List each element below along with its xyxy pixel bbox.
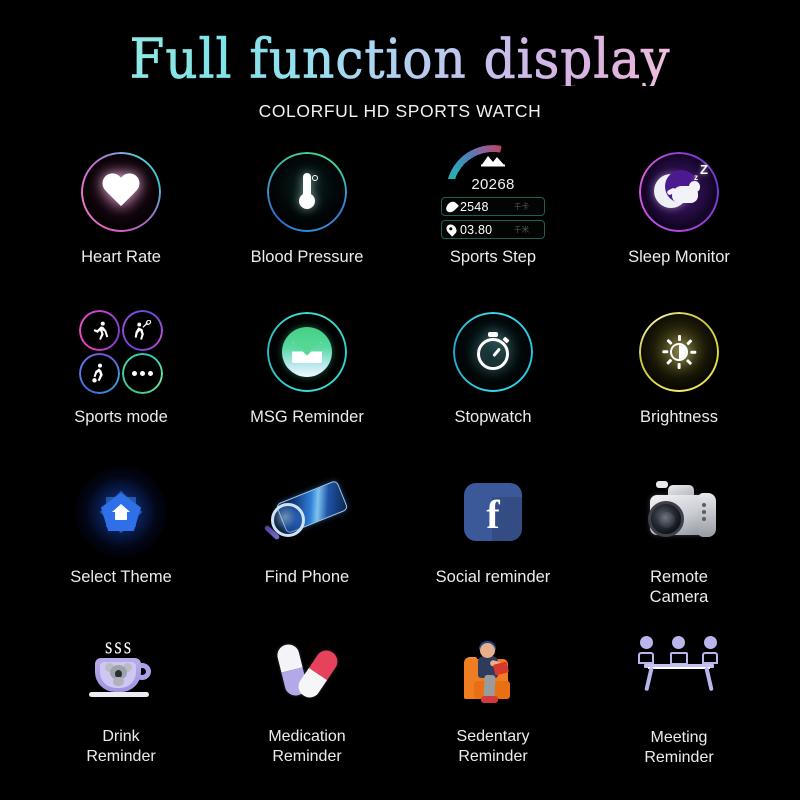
feature-label: Social reminder: [435, 568, 551, 586]
feature-remote-camera[interactable]: Remote Camera: [591, 466, 767, 626]
feature-brightness[interactable]: Brightness: [591, 306, 767, 466]
feature-drink-reminder[interactable]: sss Drink Reminder: [33, 626, 209, 786]
stopwatch-icon: [453, 312, 533, 392]
sleep-monitor-art: Zz: [591, 146, 767, 238]
heart-rate-art: [33, 146, 209, 238]
running-icon: [79, 310, 120, 351]
drink-reminder-art: sss: [33, 626, 209, 718]
feature-label: Remote Camera: [649, 568, 709, 607]
feature-label: Stopwatch: [454, 408, 532, 426]
distance-row: 03.80 千米: [441, 220, 545, 239]
moon-cat-icon: Zz: [639, 152, 719, 232]
sun-icon: [639, 312, 719, 392]
feature-select-theme[interactable]: Select Theme: [33, 466, 209, 626]
calories-value: 2548: [460, 199, 489, 214]
flame-icon: [444, 199, 459, 214]
feature-label: Blood Pressure: [250, 248, 364, 266]
phone-magnifier-icon: [261, 475, 353, 549]
page-subtitle: COLORFUL HD SPORTS WATCH: [258, 101, 542, 121]
feature-stopwatch[interactable]: Stopwatch: [405, 306, 581, 466]
feature-label: Sports mode: [74, 408, 168, 426]
distance-value: 03.80: [460, 222, 493, 237]
calories-row: 2548 千卡: [441, 197, 545, 216]
feature-medication-reminder[interactable]: Medication Reminder: [219, 626, 395, 786]
feature-grid: Heart Rate Blood Pressure 20268 2548 千卡 …: [0, 145, 800, 786]
select-theme-art: [33, 466, 209, 558]
camera-icon: [636, 481, 722, 543]
feature-sleep-monitor[interactable]: Zz Sleep Monitor: [591, 146, 767, 306]
medication-reminder-art: [219, 626, 395, 718]
facebook-glyph: f: [486, 492, 500, 537]
feature-label: Medication Reminder: [268, 728, 346, 765]
meeting-reminder-art: [591, 626, 767, 726]
badminton-icon: [122, 310, 163, 351]
feature-sedentary-reminder[interactable]: Sedentary Reminder: [405, 626, 581, 786]
feature-label: Sedentary Reminder: [456, 728, 530, 765]
feature-label: Find Phone: [264, 568, 350, 586]
envelope-icon: [267, 312, 347, 392]
person-armchair-icon: [456, 639, 530, 705]
feature-heart-rate[interactable]: Heart Rate: [33, 146, 209, 306]
header: Full function display COLORFUL HD SPORTS…: [0, 0, 800, 122]
sports-step-art: 20268 2548 千卡 03.80 千米: [405, 145, 581, 239]
home-star-icon: [75, 466, 167, 558]
feature-msg-reminder[interactable]: MSG Reminder: [219, 306, 395, 466]
sports-mode-art: [33, 306, 209, 398]
mountain-icon: [481, 156, 505, 167]
remote-camera-art: [591, 466, 767, 558]
social-reminder-art: f: [405, 466, 581, 558]
sedentary-reminder-art: [405, 626, 581, 718]
feature-social-reminder[interactable]: f Social reminder: [405, 466, 581, 626]
feature-blood-pressure[interactable]: Blood Pressure: [219, 146, 395, 306]
feature-sports-mode[interactable]: Sports mode: [33, 306, 209, 466]
brightness-art: [591, 306, 767, 398]
step-gauge-icon: 20268 2548 千卡 03.80 千米: [439, 145, 547, 239]
feature-label: Meeting Reminder: [644, 729, 714, 766]
teacup-koala-icon: sss: [81, 632, 161, 708]
feature-label: MSG Reminder: [250, 408, 364, 426]
facebook-icon: f: [464, 483, 522, 541]
feature-find-phone[interactable]: Find Phone: [219, 466, 395, 626]
msg-reminder-art: [219, 306, 395, 398]
sports-quad-icon: [79, 310, 163, 394]
feature-label: Sports Step: [449, 248, 537, 266]
page-title: Full function display: [129, 27, 671, 91]
meeting-table-icon: [636, 634, 722, 692]
pills-icon: [267, 640, 347, 704]
distance-unit: 千米: [514, 225, 529, 234]
football-icon: [79, 353, 120, 394]
feature-label: Select Theme: [70, 568, 172, 586]
calories-unit: 千卡: [514, 202, 529, 211]
find-phone-art: [219, 466, 395, 558]
heart-icon: [81, 152, 161, 232]
feature-sports-step[interactable]: 20268 2548 千卡 03.80 千米 Sports Step: [405, 145, 581, 306]
feature-label: Drink Reminder: [86, 728, 156, 765]
thermometer-icon: [267, 152, 347, 232]
feature-label: Brightness: [640, 408, 718, 426]
sleep-z-large: Zz: [694, 162, 708, 182]
more-icon: [122, 353, 163, 394]
feature-label: Heart Rate: [81, 248, 161, 266]
blood-pressure-art: [219, 146, 395, 238]
steam-lines: sss: [105, 632, 134, 660]
feature-meeting-reminder[interactable]: Meeting Reminder: [591, 626, 767, 786]
location-pin-icon: [444, 222, 459, 237]
feature-label: Sleep Monitor: [628, 248, 730, 266]
stopwatch-art: [405, 306, 581, 398]
poster-root: Full function display COLORFUL HD SPORTS…: [0, 0, 800, 800]
